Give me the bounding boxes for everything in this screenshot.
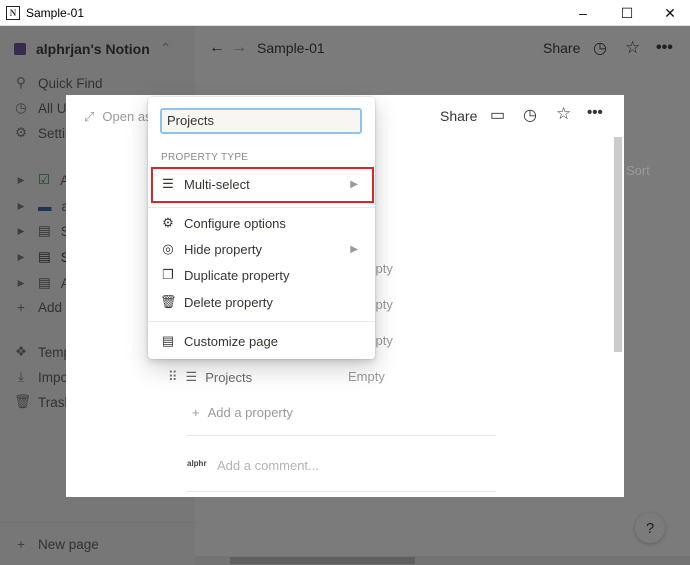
configure-options-item[interactable]: ⚙ Configure options [160, 211, 364, 235]
document-icon: ▤ [161, 333, 175, 348]
trash-icon: 🗑 [160, 294, 177, 309]
property-menu: Projects PROPERTY TYPE ☰ Multi-select ▶ ⚙ C… [148, 97, 375, 359]
divider [186, 435, 496, 436]
gear-icon: ⚙ [162, 215, 174, 230]
comment-avatar: alphr [187, 459, 207, 468]
sort-button[interactable]: Sort [626, 163, 650, 178]
modal-scrollbar[interactable] [614, 137, 622, 352]
delete-property-item[interactable]: 🗑 Delete property [160, 290, 364, 314]
duplicate-icon: ❐ [162, 267, 174, 282]
notion-logo-icon: N [6, 5, 20, 20]
property-value[interactable]: Empty [348, 369, 385, 384]
highlight-box [151, 167, 374, 203]
divider [148, 207, 375, 208]
property-name: Projects [205, 369, 253, 385]
comment-input[interactable]: Add a comment... [217, 458, 319, 473]
more-icon[interactable]: ••• [587, 104, 603, 121]
comment-icon[interactable]: ▭ [490, 105, 505, 125]
menu-label: Configure options [184, 215, 286, 231]
menu-label: Duplicate property [184, 267, 290, 283]
menu-label: Hide property [184, 241, 263, 257]
modal-share-button[interactable]: Share [440, 108, 477, 124]
duplicate-property-item[interactable]: ❐ Duplicate property [160, 263, 364, 287]
close-button[interactable]: ✕ [650, 0, 690, 26]
property-name-input[interactable]: Projects [160, 108, 362, 134]
eye-off-icon: ◎ [162, 241, 174, 256]
maximize-button[interactable]: ☐ [607, 0, 647, 26]
submenu-arrow-icon: ▶ [350, 243, 358, 255]
history-icon[interactable]: ◷ [523, 105, 537, 125]
window-title: Sample-01 [26, 5, 85, 20]
add-property-label: Add a property [207, 405, 293, 420]
section-label: PROPERTY TYPE [161, 152, 249, 163]
minimize-button[interactable]: – [563, 0, 603, 26]
list-icon: ☰ [185, 369, 198, 384]
hide-property-item[interactable]: ◎ Hide property ▶ [160, 237, 364, 261]
menu-label: Delete property [184, 294, 273, 310]
customize-page-item[interactable]: ▤ Customize page [160, 329, 364, 353]
property-row-projects[interactable]: ⠿ ☰ Projects [168, 369, 252, 385]
add-property-button[interactable]: + Add a property [192, 405, 293, 420]
expand-icon: ⤢ [84, 109, 95, 124]
drag-handle-icon[interactable]: ⠿ [168, 369, 178, 385]
title-bar: N Sample-01 – ☐ ✕ [0, 0, 690, 26]
menu-label: Customize page [184, 333, 278, 349]
plus-icon: + [192, 405, 200, 420]
star-icon[interactable]: ☆ [556, 104, 571, 124]
divider [148, 321, 375, 322]
divider [186, 491, 496, 492]
